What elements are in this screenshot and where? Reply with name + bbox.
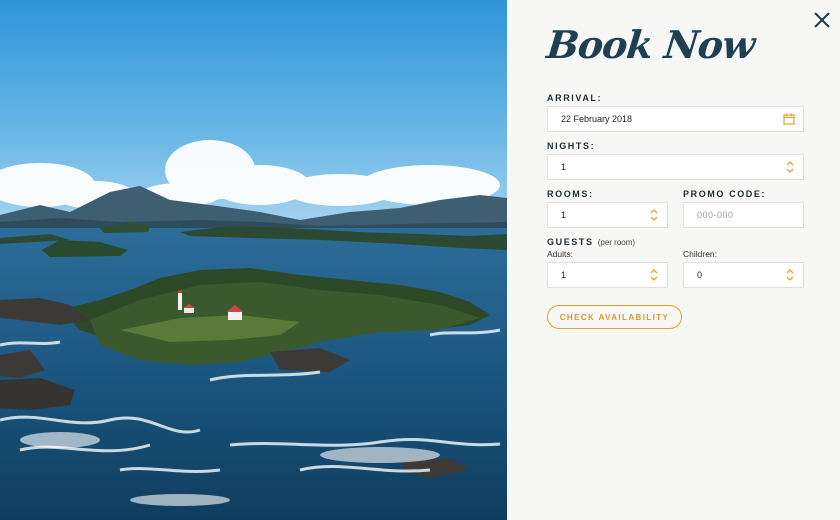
booking-panel: Book Now ARRIVAL: 22 February 2018 NIGHT… xyxy=(507,0,840,520)
coastal-landscape-image xyxy=(0,0,507,520)
arrival-label: ARRIVAL: xyxy=(547,93,603,103)
promo-code-label: PROMO CODE: xyxy=(683,189,767,199)
nights-value: 1 xyxy=(561,162,567,172)
close-icon[interactable] xyxy=(814,12,830,28)
adults-select[interactable]: 1 xyxy=(547,262,668,288)
adults-label: Adults: xyxy=(547,249,573,259)
guests-label: GUESTS (per room) xyxy=(547,237,635,247)
children-stepper-icon[interactable] xyxy=(785,268,795,282)
promo-code-input[interactable]: 000-000 xyxy=(683,202,804,228)
calendar-icon[interactable] xyxy=(783,113,795,125)
modal-title: Book Now xyxy=(544,22,757,67)
children-select[interactable]: 0 xyxy=(683,262,804,288)
arrival-date-field[interactable]: 22 February 2018 xyxy=(547,106,804,132)
nights-select[interactable]: 1 xyxy=(547,154,804,180)
adults-stepper-icon[interactable] xyxy=(649,268,659,282)
guests-sublabel: (per room) xyxy=(597,238,636,247)
check-availability-button[interactable]: CHECK AVAILABILITY xyxy=(547,305,682,329)
arrival-date-value: 22 February 2018 xyxy=(561,114,633,124)
nights-label: NIGHTS: xyxy=(547,141,596,151)
rooms-label: ROOMS: xyxy=(547,189,594,199)
children-value: 0 xyxy=(697,270,703,280)
rooms-stepper-icon[interactable] xyxy=(649,208,659,222)
nights-stepper-icon[interactable] xyxy=(785,160,795,174)
guests-label-text: GUESTS xyxy=(547,237,594,247)
children-label: Children: xyxy=(683,249,718,259)
adults-value: 1 xyxy=(561,270,567,280)
rooms-value: 1 xyxy=(561,210,567,220)
promo-code-placeholder: 000-000 xyxy=(697,210,734,220)
hero-photo xyxy=(0,0,507,520)
rooms-select[interactable]: 1 xyxy=(547,202,668,228)
